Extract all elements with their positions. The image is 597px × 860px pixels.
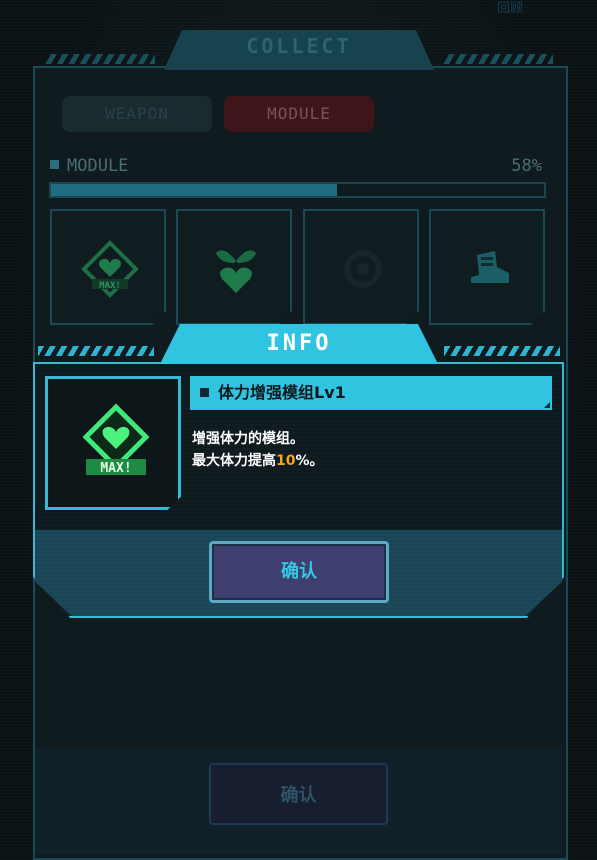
desc-line-1: 增强体力的模组。 (192, 431, 304, 447)
info-stripe-left (38, 346, 154, 356)
desc-suffix: %。 (295, 453, 324, 469)
item-description: 增强体力的模组。 最大体力提高10%。 (192, 428, 552, 472)
max-badge-text: MAX! (100, 461, 131, 476)
desc-value: 10 (276, 453, 296, 469)
heart-max-diamond-icon: MAX! (82, 403, 150, 476)
desc-line-2: 最大体力提高10%。 (192, 450, 552, 472)
name-corner-icon (544, 402, 550, 408)
item-name-bar: 体力增强模组Lv1 (190, 376, 552, 410)
desc-prefix: 最大体力提高 (192, 453, 276, 469)
item-name: 体力增强模组Lv1 (218, 383, 346, 402)
info-title: INFO (266, 331, 332, 356)
info-stripe-right (444, 346, 560, 356)
name-marker-icon (200, 388, 209, 397)
item-icon-frame: MAX! (45, 376, 181, 510)
info-confirm-button[interactable]: 确认 (209, 541, 389, 603)
